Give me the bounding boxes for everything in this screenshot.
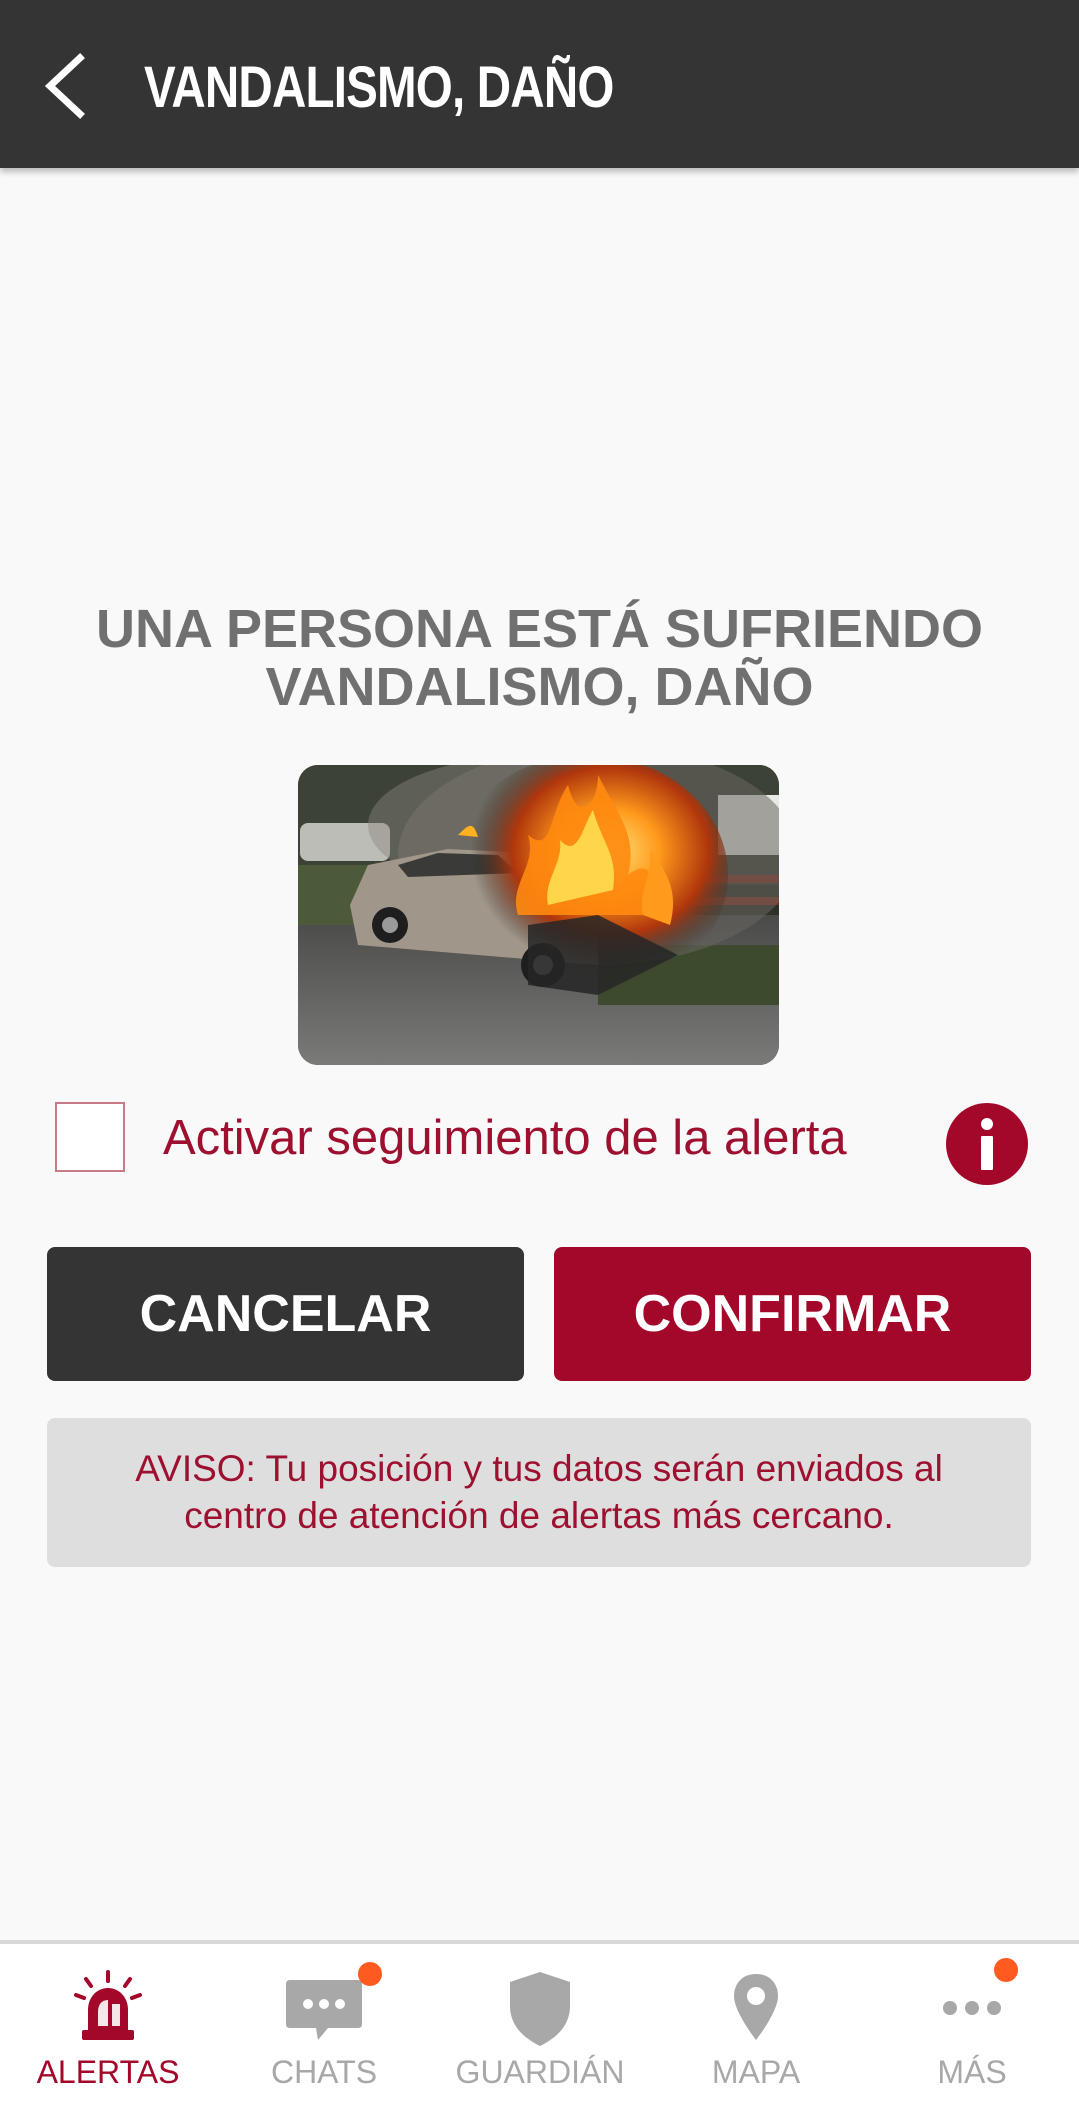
notice-line-1: AVISO: Tu posición y tus datos serán env… bbox=[135, 1448, 943, 1489]
nav-item-alertas[interactable]: ALERTAS bbox=[0, 1944, 216, 2113]
info-button[interactable] bbox=[946, 1103, 1028, 1185]
follow-alert-label[interactable]: Activar seguimiento de la alerta bbox=[163, 1110, 847, 1166]
page-title: VANDALISMO, DAÑO bbox=[144, 55, 614, 120]
privacy-notice: AVISO: Tu posición y tus datos serán env… bbox=[47, 1418, 1031, 1567]
nav-item-guardian[interactable]: GUARDIÁN bbox=[432, 1944, 648, 2113]
chats-notification-badge bbox=[358, 1962, 382, 1986]
nav-item-chats[interactable]: CHATS bbox=[216, 1944, 432, 2113]
more-notification-badge bbox=[994, 1958, 1018, 1982]
nav-label-guardian: GUARDIÁN bbox=[455, 2054, 625, 2090]
nav-label-mapa: MAPA bbox=[711, 2054, 801, 2090]
nav-label-chats: CHATS bbox=[270, 2054, 378, 2090]
cancel-button[interactable]: CANCELAR bbox=[47, 1247, 524, 1381]
chat-bubble-icon bbox=[286, 1980, 362, 2040]
nav-label-alertas: ALERTAS bbox=[36, 2054, 180, 2090]
burning-car-illustration bbox=[298, 765, 779, 1065]
notice-line-2: centro de atención de alertas más cercan… bbox=[184, 1495, 894, 1536]
headline-line-1: UNA PERSONA ESTÁ SUFRIENDO bbox=[95, 599, 984, 659]
app-header: VANDALISMO, DAÑO bbox=[0, 0, 1079, 168]
alert-image bbox=[298, 765, 779, 1065]
nav-item-mapa[interactable]: MAPA bbox=[648, 1944, 864, 2113]
headline-line-2: VANDALISMO, DAÑO bbox=[265, 657, 814, 717]
confirm-button[interactable]: CONFIRMAR bbox=[554, 1247, 1031, 1381]
back-button[interactable] bbox=[28, 44, 108, 124]
alert-headline: UNA PERSONA ESTÁ SUFRIENDO VANDALISMO, D… bbox=[40, 600, 1039, 716]
follow-alert-checkbox[interactable] bbox=[55, 1102, 125, 1172]
nav-label-mas: MÁS bbox=[937, 2054, 1007, 2090]
bottom-navigation: ALERTAS CHATS GUARDIÁN MAPA MÁS bbox=[0, 1940, 1079, 2113]
shield-icon bbox=[510, 1972, 570, 2046]
chevron-left-icon bbox=[44, 53, 85, 119]
siren-icon bbox=[74, 1970, 142, 2040]
info-icon bbox=[981, 1118, 993, 1130]
map-pin-icon bbox=[734, 1974, 778, 2040]
nav-item-mas[interactable]: MÁS bbox=[864, 1944, 1079, 2113]
